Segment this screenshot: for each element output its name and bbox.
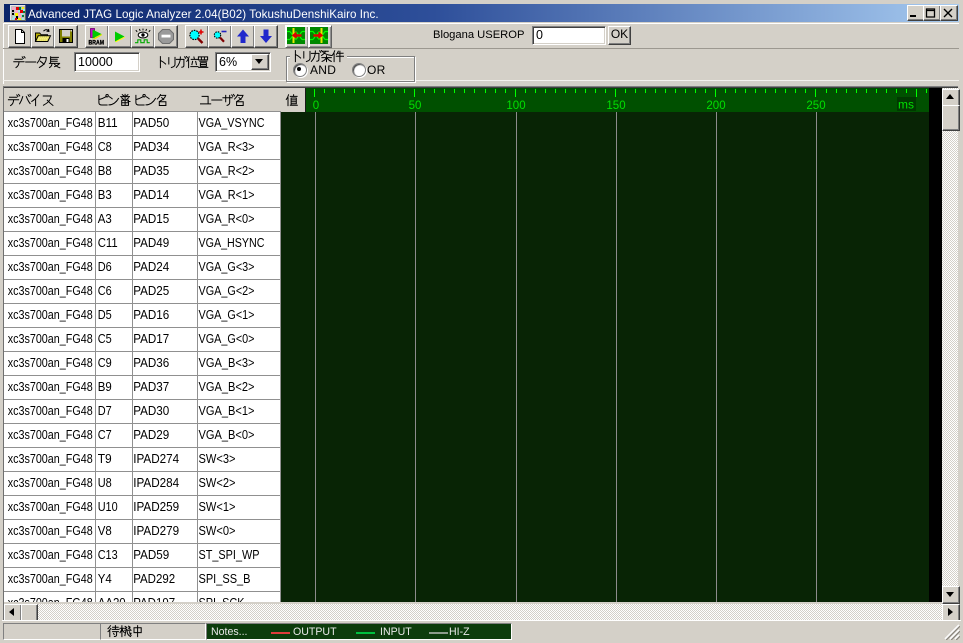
svg-text:VGA_R<1>: VGA_R<1>: [199, 188, 255, 202]
svg-text:C6: C6: [98, 284, 112, 298]
svg-text:xc3s700an_FG48: xc3s700an_FG48: [8, 332, 93, 346]
svg-text:xc3s700an_FG48: xc3s700an_FG48: [8, 404, 93, 418]
svg-text:C9: C9: [98, 356, 112, 370]
svg-text:VGA_G<2>: VGA_G<2>: [199, 284, 255, 298]
svg-text:VGA_R<0>: VGA_R<0>: [199, 212, 255, 226]
svg-text:250: 250: [806, 100, 825, 112]
svg-text:U8: U8: [98, 476, 112, 490]
svg-text:PAD30: PAD30: [133, 404, 169, 418]
svg-text:xc3s700an_FG48: xc3s700an_FG48: [8, 116, 93, 130]
svg-text:VGA_R<3>: VGA_R<3>: [199, 140, 255, 154]
svg-text:xc3s700an_FG48: xc3s700an_FG48: [8, 380, 93, 394]
svg-text:200: 200: [706, 100, 725, 112]
svg-text:A3: A3: [98, 212, 112, 226]
svg-text:VGA_VSYNC: VGA_VSYNC: [199, 116, 265, 130]
svg-text:xc3s700an_FG48: xc3s700an_FG48: [8, 428, 93, 442]
svg-text:xc3s700an_FG48: xc3s700an_FG48: [8, 140, 93, 154]
svg-text:xc3s700an_FG48: xc3s700an_FG48: [8, 308, 93, 322]
svg-text:xc3s700an_FG48: xc3s700an_FG48: [8, 212, 93, 226]
svg-text:PAD37: PAD37: [133, 380, 169, 394]
svg-text:PAD24: PAD24: [133, 260, 169, 274]
svg-text:C5: C5: [98, 332, 112, 346]
svg-text:VGA_G<0>: VGA_G<0>: [199, 332, 255, 346]
svg-text:IPAD259: IPAD259: [133, 500, 179, 514]
svg-text:VGA_B<0>: VGA_B<0>: [199, 428, 255, 442]
svg-text:PAD34: PAD34: [133, 140, 169, 154]
svg-text:xc3s700an_FG48: xc3s700an_FG48: [8, 284, 93, 298]
svg-text:V8: V8: [98, 524, 112, 538]
svg-text:D6: D6: [98, 260, 112, 274]
svg-text:0: 0: [313, 100, 319, 112]
svg-text:B8: B8: [98, 164, 112, 178]
svg-text:VGA_R<2>: VGA_R<2>: [199, 164, 255, 178]
svg-text:VGA_B<3>: VGA_B<3>: [199, 356, 255, 370]
svg-text:SW<0>: SW<0>: [199, 524, 236, 538]
svg-text:PAD29: PAD29: [133, 428, 169, 442]
svg-text:xc3s700an_FG48: xc3s700an_FG48: [8, 356, 93, 370]
svg-text:xc3s700an_FG48: xc3s700an_FG48: [8, 236, 93, 250]
svg-text:VGA_G<3>: VGA_G<3>: [199, 260, 255, 274]
svg-text:C13: C13: [98, 548, 118, 562]
svg-text:PAD15: PAD15: [133, 212, 169, 226]
svg-text:U10: U10: [98, 500, 118, 514]
svg-text:VGA_B<1>: VGA_B<1>: [199, 404, 255, 418]
svg-text:PAD36: PAD36: [133, 356, 169, 370]
svg-text:xc3s700an_FG48: xc3s700an_FG48: [8, 476, 93, 490]
svg-text:D5: D5: [98, 308, 112, 322]
svg-text:xc3s700an_FG48: xc3s700an_FG48: [8, 524, 93, 538]
svg-text:C7: C7: [98, 428, 112, 442]
svg-text:50: 50: [409, 100, 422, 112]
svg-text:xc3s700an_FG48: xc3s700an_FG48: [8, 548, 93, 562]
svg-text:IPAD284: IPAD284: [133, 476, 179, 490]
svg-text:PAD17: PAD17: [133, 332, 169, 346]
svg-text:PAD49: PAD49: [133, 236, 169, 250]
svg-text:VGA_G<1>: VGA_G<1>: [199, 308, 255, 322]
svg-text:PAD14: PAD14: [133, 188, 169, 202]
svg-text:PAD16: PAD16: [133, 308, 169, 322]
svg-text:PAD35: PAD35: [133, 164, 169, 178]
svg-text:VGA_B<2>: VGA_B<2>: [199, 380, 255, 394]
svg-text:PAD59: PAD59: [133, 548, 169, 562]
svg-text:IPAD279: IPAD279: [133, 524, 179, 538]
svg-text:xc3s700an_FG48: xc3s700an_FG48: [8, 572, 93, 586]
svg-text:xc3s700an_FG48: xc3s700an_FG48: [8, 452, 93, 466]
svg-text:T9: T9: [98, 452, 112, 466]
svg-text:BRAM: BRAM: [89, 40, 105, 46]
svg-text:VGA_HSYNC: VGA_HSYNC: [199, 236, 265, 250]
svg-text:100: 100: [506, 100, 525, 112]
svg-text:xc3s700an_FG48: xc3s700an_FG48: [8, 188, 93, 202]
svg-text:ms: ms: [898, 98, 914, 112]
svg-text:C8: C8: [98, 140, 112, 154]
svg-text:PAD50: PAD50: [133, 116, 169, 130]
svg-text:xc3s700an_FG48: xc3s700an_FG48: [8, 500, 93, 514]
svg-text:Y4: Y4: [98, 572, 112, 586]
svg-text:PAD292: PAD292: [133, 572, 175, 586]
svg-text:xc3s700an_FG48: xc3s700an_FG48: [8, 164, 93, 178]
svg-text:PAD25: PAD25: [133, 284, 169, 298]
svg-text:D7: D7: [98, 404, 112, 418]
svg-text:SPI_SS_B: SPI_SS_B: [199, 572, 251, 586]
svg-text:ST_SPI_WP: ST_SPI_WP: [199, 548, 260, 562]
svg-text:xc3s700an_FG48: xc3s700an_FG48: [8, 260, 93, 274]
svg-text:SW<3>: SW<3>: [199, 452, 236, 466]
svg-text:SW<1>: SW<1>: [199, 500, 236, 514]
svg-text:B3: B3: [98, 188, 112, 202]
svg-text:IPAD274: IPAD274: [133, 452, 179, 466]
svg-text:SW<2>: SW<2>: [199, 476, 236, 490]
svg-text:150: 150: [606, 100, 625, 112]
svg-text:B11: B11: [98, 116, 118, 130]
svg-text:B9: B9: [98, 380, 112, 394]
svg-text:C11: C11: [98, 236, 118, 250]
